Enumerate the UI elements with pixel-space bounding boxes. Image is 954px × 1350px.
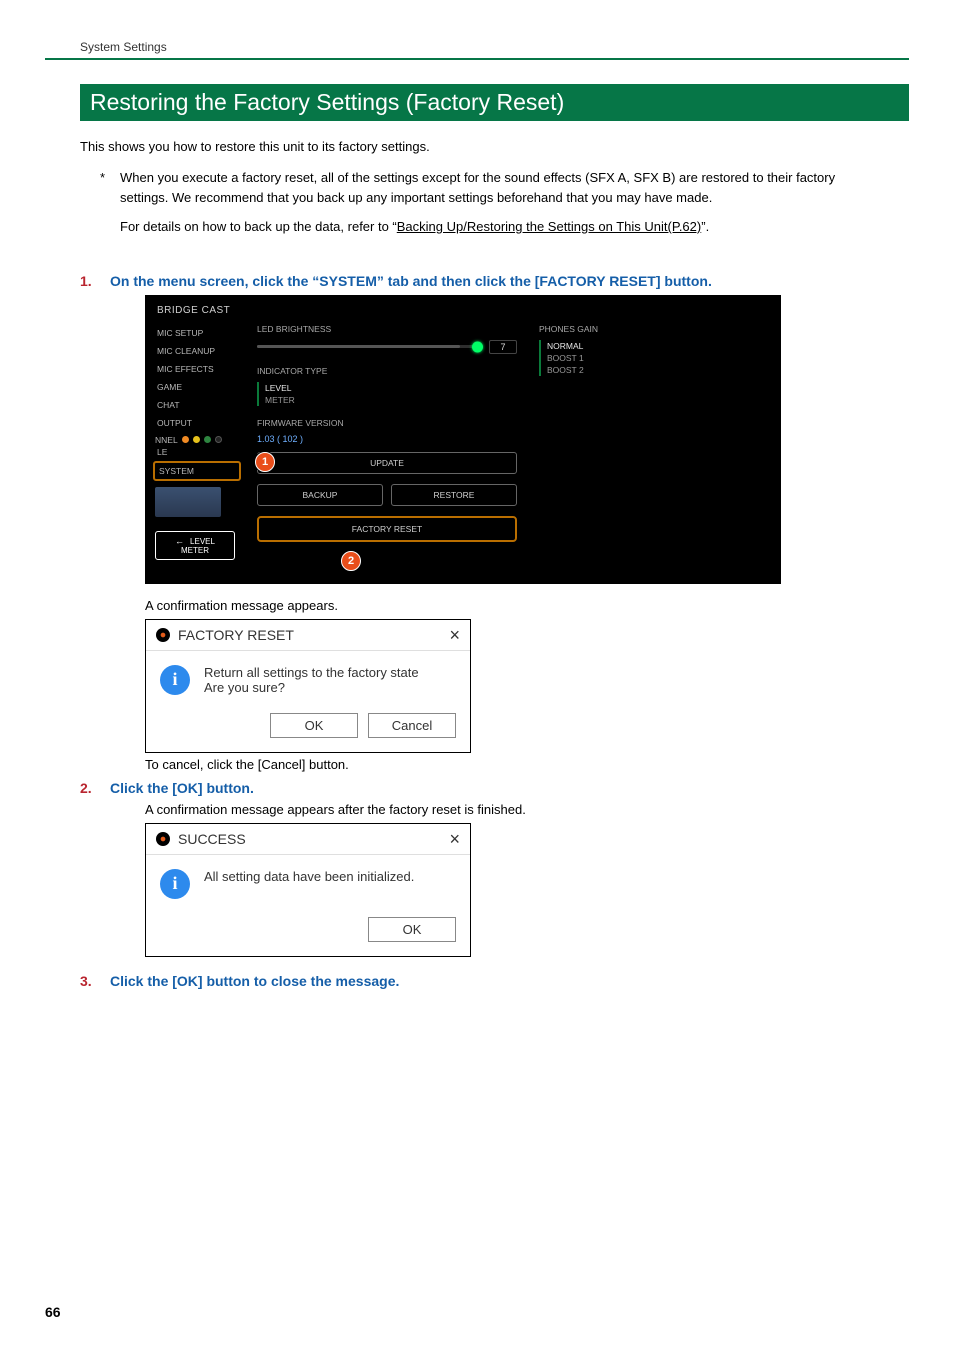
cancel-button[interactable]: Cancel <box>368 713 456 738</box>
dialog-title: SUCCESS <box>178 831 246 847</box>
gain-opt-boost2[interactable]: BOOST 2 <box>547 364 769 376</box>
sidebar-item-system[interactable]: SYSTEM <box>153 461 241 481</box>
sidebar: MIC SETUP MIC CLEANUP MIC EFFECTS GAME C… <box>145 324 247 560</box>
sidebar-item-game[interactable]: GAME <box>155 378 247 396</box>
breadcrumb: System Settings <box>45 40 909 58</box>
firmware-version-label: FIRMWARE VERSION <box>257 418 517 428</box>
step-2: 2. Click the [OK] button. <box>80 780 909 796</box>
backup-link[interactable]: Backing Up/Restoring the Settings on Thi… <box>397 219 701 234</box>
sidebar-item-output[interactable]: OUTPUT <box>155 414 247 432</box>
step-1: 1. On the menu screen, click the “SYSTEM… <box>80 273 909 289</box>
info-icon: i <box>160 665 190 695</box>
footnote: * When you execute a factory reset, all … <box>100 168 879 247</box>
close-icon[interactable]: × <box>449 830 460 848</box>
gain-opt-boost1[interactable]: BOOST 1 <box>547 352 769 364</box>
center-panel: LED BRIGHTNESS 7 INDICATOR TYPE LEVEL ME… <box>247 324 527 560</box>
step-3: 3. Click the [OK] button to close the me… <box>80 973 909 989</box>
callout-badge-1: 1 <box>255 452 275 472</box>
indicator-type-options[interactable]: LEVEL METER <box>257 382 517 406</box>
dialog-title: FACTORY RESET <box>178 627 294 643</box>
firmware-version-value: 1.03 ( 102 ) <box>257 434 517 444</box>
indicator-type-label: INDICATOR TYPE <box>257 366 517 376</box>
note-line-2: For details on how to back up the data, … <box>120 217 879 237</box>
step-1-text: On the menu screen, click the “SYSTEM” t… <box>110 273 909 289</box>
app-icon <box>156 832 170 846</box>
led-brightness-value: 7 <box>489 340 517 354</box>
info-icon: i <box>160 869 190 899</box>
page-number: 66 <box>45 1304 61 1320</box>
sidebar-item-mic-effects[interactable]: MIC EFFECTS <box>155 360 247 378</box>
ok-button[interactable]: OK <box>270 713 358 738</box>
step-3-num: 3. <box>80 973 110 989</box>
note-line-1: When you execute a factory reset, all of… <box>120 168 879 207</box>
step1-cancel-note: To cancel, click the [Cancel] button. <box>145 757 909 772</box>
sidebar-item-mic-setup[interactable]: MIC SETUP <box>155 324 247 342</box>
factory-reset-button[interactable]: FACTORY RESET <box>257 516 517 542</box>
level-meter-button[interactable]: LEVEL METER <box>155 531 235 560</box>
backup-button[interactable]: BACKUP <box>257 484 383 506</box>
phones-gain-label: PHONES GAIN <box>539 324 769 334</box>
sidebar-item-chat[interactable]: CHAT <box>155 396 247 414</box>
sidebar-file-label: LE <box>155 447 247 461</box>
dialog-line-2: Are you sure? <box>204 680 419 695</box>
success-dialog: SUCCESS × i All setting data have been i… <box>145 823 471 957</box>
restore-button[interactable]: RESTORE <box>391 484 517 506</box>
step2-subtext: A confirmation message appears after the… <box>145 802 909 817</box>
ok-button[interactable]: OK <box>368 917 456 942</box>
asterisk: * <box>100 168 120 247</box>
step-1-num: 1. <box>80 273 110 289</box>
channel-indicator-dots <box>182 436 222 443</box>
app-title: BRIDGE CAST <box>145 295 781 324</box>
gain-opt-normal[interactable]: NORMAL <box>547 340 769 352</box>
close-icon[interactable]: × <box>449 626 460 644</box>
phones-gain-options[interactable]: NORMAL BOOST 1 BOOST 2 <box>539 340 769 376</box>
led-brightness-label: LED BRIGHTNESS <box>257 324 517 334</box>
slider-knob[interactable] <box>472 341 483 352</box>
device-thumbnail <box>155 487 221 517</box>
update-button[interactable]: UPDATE <box>257 452 517 474</box>
app-screenshot: BRIDGE CAST MIC SETUP MIC CLEANUP MIC EF… <box>145 295 781 584</box>
step-2-num: 2. <box>80 780 110 796</box>
sidebar-channel-label: NNEL <box>155 435 178 445</box>
intro-text: This shows you how to restore this unit … <box>80 139 909 154</box>
led-brightness-slider[interactable]: 7 <box>257 340 517 354</box>
step1-subtext: A confirmation message appears. <box>145 598 909 613</box>
step-3-text: Click the [OK] button to close the messa… <box>110 973 909 989</box>
step-2-text: Click the [OK] button. <box>110 780 909 796</box>
app-icon <box>156 628 170 642</box>
sidebar-item-mic-cleanup[interactable]: MIC CLEANUP <box>155 342 247 360</box>
dialog-line-1: Return all settings to the factory state <box>204 665 419 680</box>
right-panel: PHONES GAIN NORMAL BOOST 1 BOOST 2 <box>527 324 781 560</box>
factory-reset-dialog: FACTORY RESET × i Return all settings to… <box>145 619 471 753</box>
indicator-opt-level[interactable]: LEVEL <box>265 382 517 394</box>
page-title: Restoring the Factory Settings (Factory … <box>80 84 909 121</box>
header-rule <box>45 58 909 60</box>
indicator-opt-meter[interactable]: METER <box>265 394 517 406</box>
callout-badge-2: 2 <box>341 551 361 571</box>
dialog-message: All setting data have been initialized. <box>204 869 414 899</box>
